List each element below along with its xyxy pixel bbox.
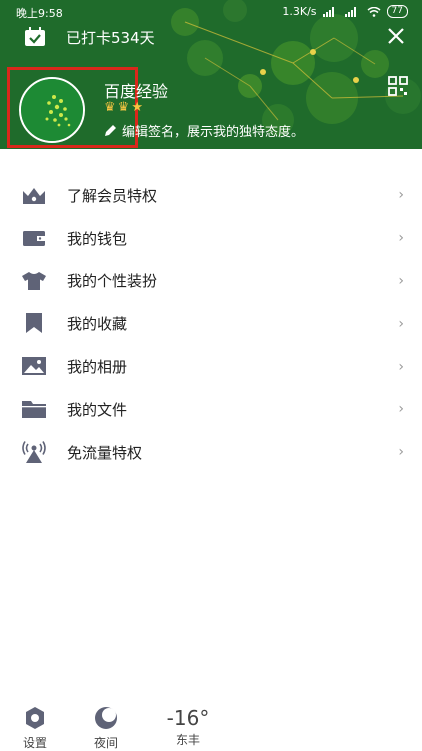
settings-gear-icon (26, 707, 44, 729)
avatar-image (21, 79, 83, 141)
status-bar: 晚上9:58 1.3K/s 77 (0, 0, 422, 22)
shirt-icon (22, 271, 46, 290)
menu-item-favorites[interactable]: 我的收藏 › (0, 302, 422, 345)
moon-icon (95, 707, 117, 729)
menu-list: 了解会员特权 › 我的钱包 › 我的个性装扮 › 我的收藏 › 我的相册 › 我… (0, 174, 422, 474)
menu-item-label: 了解会员特权 (67, 186, 158, 205)
level-badges: ♛ ♛ ★ (104, 100, 143, 115)
signal-tower-icon (22, 440, 46, 463)
avatar[interactable] (19, 77, 85, 143)
menu-item-personal-decoration[interactable]: 我的个性装扮 › (0, 260, 422, 303)
chevron-right-icon: › (398, 272, 404, 289)
settings-label: 设置 (22, 736, 47, 750)
menu-item-files[interactable]: 我的文件 › (0, 388, 422, 431)
weather-temperature: -16° (166, 706, 210, 730)
username[interactable]: 百度经验 (104, 78, 168, 102)
edit-pencil-icon (105, 125, 116, 136)
menu-item-label: 免流量特权 (67, 443, 143, 462)
bookmark-icon (26, 313, 42, 334)
signature-text: 编辑签名，展示我的独特态度。 (122, 125, 305, 140)
chevron-right-icon: › (398, 444, 404, 461)
chevron-right-icon: › (398, 358, 404, 375)
chevron-right-icon: › (398, 187, 404, 204)
weather-widget[interactable]: -16° 东丰 (160, 705, 216, 748)
checkin-days-text[interactable]: 已打卡534天 (66, 27, 155, 48)
signature-row[interactable]: 编辑签名，展示我的独特态度。 (104, 121, 304, 140)
menu-item-free-data[interactable]: 免流量特权 › (0, 431, 422, 474)
menu-item-wallet[interactable]: 我的钱包 › (0, 217, 422, 260)
cellular-signal-2-icon (344, 6, 356, 17)
crown-icon (23, 188, 45, 204)
wifi-icon (367, 6, 381, 17)
folder-icon (22, 400, 46, 418)
cellular-signal-icon (322, 6, 334, 17)
menu-item-label: 我的文件 (67, 400, 128, 419)
close-icon[interactable] (386, 26, 406, 46)
weather-city: 东丰 (175, 733, 200, 747)
chevron-right-icon: › (398, 230, 404, 247)
star-badge-icon: ★ (131, 100, 143, 115)
crown-badge-icon: ♛ (104, 100, 116, 115)
image-icon (22, 357, 46, 376)
wallet-icon (23, 230, 45, 246)
calendar-check-icon[interactable] (24, 27, 46, 47)
menu-item-membership[interactable]: 了解会员特权 › (0, 174, 422, 217)
chevron-right-icon: › (398, 401, 404, 418)
night-mode-label: 夜间 (93, 736, 118, 750)
status-time: 晚上9:58 (16, 7, 63, 20)
profile-section: 百度经验 ♛ ♛ ★ 编辑签名，展示我的独特态度。 (0, 64, 422, 148)
network-speed: 1.3K/s (282, 5, 317, 18)
menu-item-label: 我的个性装扮 (67, 272, 158, 291)
menu-item-label: 我的相册 (67, 358, 128, 377)
battery-indicator: 77 (386, 5, 408, 18)
night-mode-button[interactable]: 夜间 (91, 705, 121, 751)
settings-button[interactable]: 设置 (20, 705, 50, 751)
menu-item-album[interactable]: 我的相册 › (0, 345, 422, 388)
qr-code-icon[interactable] (388, 76, 408, 96)
profile-header: 晚上9:58 1.3K/s 77 已打卡534天 百度经验 ♛ ♛ ★ 编辑签名… (0, 0, 422, 149)
crown-badge-icon: ♛ (117, 100, 130, 115)
top-bar: 已打卡534天 (0, 22, 422, 52)
status-indicators: 1.3K/s 77 (282, 5, 408, 18)
menu-item-label: 我的收藏 (67, 315, 128, 334)
bottom-bar: 设置 夜间 -16° 东丰 (0, 705, 422, 751)
menu-item-label: 我的钱包 (67, 229, 128, 248)
chevron-right-icon: › (398, 315, 404, 332)
